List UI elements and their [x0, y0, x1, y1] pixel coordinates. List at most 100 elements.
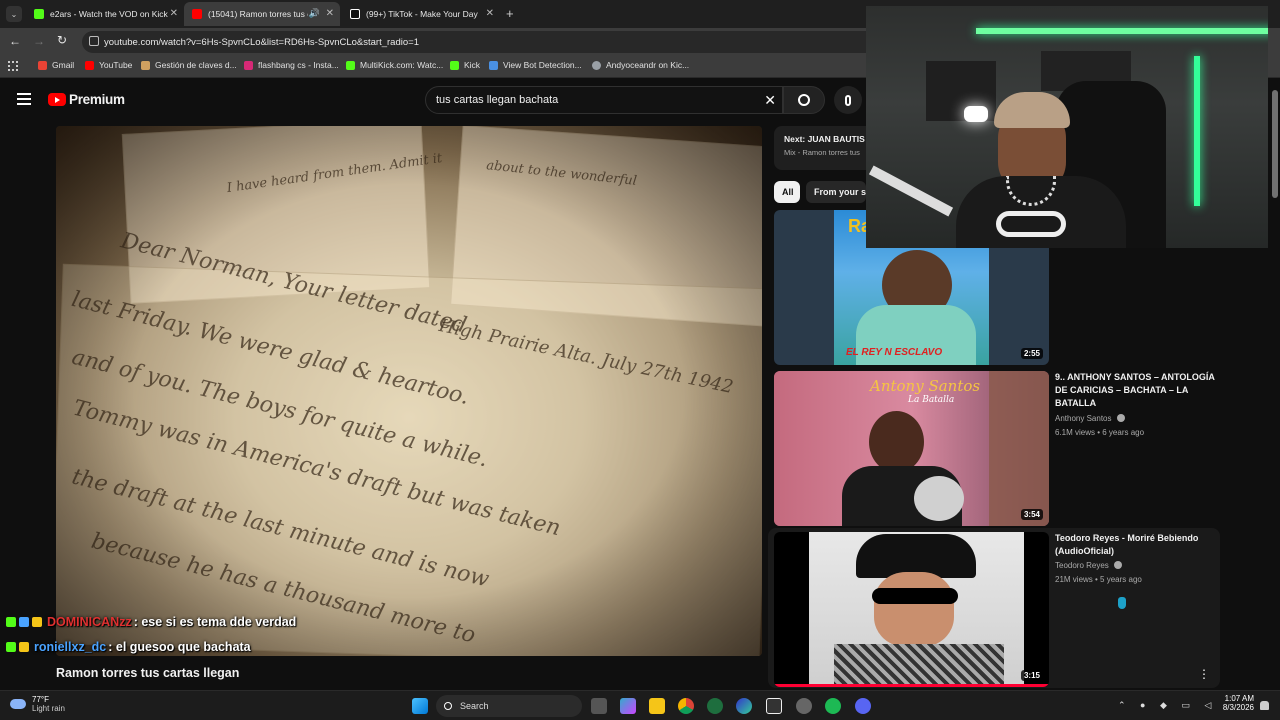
album-name-text: La Batalla: [908, 395, 955, 405]
face-shape: [874, 572, 954, 647]
forward-arrow-icon[interactable]: →: [33, 34, 45, 48]
bookmark-instagram[interactable]: flashbang cs - Insta...: [244, 60, 339, 70]
bookmark-youtube[interactable]: YouTube: [85, 60, 132, 70]
video-title[interactable]: Teodoro Reyes - Moriré Bebiendo (AudioOf…: [1055, 532, 1225, 558]
copilot-icon[interactable]: [620, 698, 636, 714]
microphone-icon: [845, 94, 851, 106]
notification-bell-icon[interactable]: [1260, 701, 1269, 710]
chip-all[interactable]: All: [774, 181, 800, 203]
spotify-icon[interactable]: [825, 698, 841, 714]
album-artist-text: Antony Santos: [870, 377, 981, 395]
ring-light: [964, 106, 988, 122]
verified-badge-icon: [19, 617, 29, 627]
youtube-icon: [85, 60, 94, 70]
bookmark-gmail[interactable]: Gmail: [38, 60, 74, 70]
search-button[interactable]: [783, 86, 825, 114]
site-info-icon[interactable]: [89, 36, 99, 46]
jacket-shape: [834, 644, 1004, 687]
gmail-icon: [38, 60, 47, 70]
channel-name[interactable]: Teodoro Reyes: [1055, 561, 1123, 570]
bookmark-multikick[interactable]: MultiKick.com: Watc...: [346, 60, 443, 70]
search-input[interactable]: tus cartas llegan bachata ✕: [425, 86, 783, 114]
tab-tiktok[interactable]: (99+) TikTok - Make Your Day ✕: [342, 2, 500, 26]
close-icon[interactable]: ✕: [326, 8, 334, 19]
chat-text: : el guesoo que bachata: [108, 640, 251, 654]
speaker-icon[interactable]: 🔊: [309, 8, 320, 19]
crown-badge-icon: [19, 642, 29, 652]
back-arrow-icon[interactable]: ←: [9, 34, 21, 48]
bookmark-kick[interactable]: Kick: [450, 60, 480, 70]
clear-search-icon[interactable]: ✕: [764, 92, 776, 109]
multikick-icon: [346, 60, 355, 70]
tab-kick[interactable]: e2ars - Watch the VOD on Kick ✕: [26, 2, 184, 26]
ceiling-light: [976, 28, 1268, 34]
video-stats: 21M views • 5 years ago: [1055, 575, 1142, 584]
windows-taskbar: 77°F Light rain Search ⌃ ● ◆ ▭ ◁ 1:07 AM…: [0, 690, 1280, 720]
instagram-icon: [244, 60, 253, 70]
chat-message: roniellxz_dc : el guesoo que bachata: [6, 640, 251, 654]
clock[interactable]: 1:07 AM 8/3/2026: [1218, 694, 1254, 712]
channel-name[interactable]: Anthony Santos: [1055, 414, 1125, 423]
chrome-icon[interactable]: [678, 698, 694, 714]
video-title[interactable]: 9.. ANTHONY SANTOS – ANTOLOGÍA DE CARICI…: [1055, 371, 1225, 410]
reload-icon[interactable]: ↻: [57, 33, 67, 47]
watch-progress-bar: [774, 684, 1049, 687]
search-icon: [798, 94, 810, 106]
video-duration: 2:55: [1020, 348, 1043, 359]
side-portrait: [989, 371, 1049, 526]
edge-icon[interactable]: [736, 698, 752, 714]
apps-grid-icon[interactable]: [8, 61, 18, 71]
bot-detection-icon: [489, 60, 498, 70]
taskbar-search[interactable]: Search: [436, 695, 582, 717]
video-title: Ramon torres tus cartas llegan: [56, 666, 240, 680]
headphones: [996, 211, 1066, 237]
close-icon[interactable]: ✕: [170, 8, 178, 19]
chat-message: DOMINICANzz : ese si es tema dde verdad: [6, 615, 296, 629]
wall-light: [1194, 56, 1200, 206]
verified-icon: [1116, 414, 1125, 422]
weather-widget[interactable]: 77°F Light rain: [10, 695, 65, 713]
singer-figure: [869, 411, 924, 473]
chip-from-your-search[interactable]: From your se: [806, 181, 866, 203]
app-icon[interactable]: [766, 698, 782, 714]
bookmark-view-bot[interactable]: View Bot Detection...: [489, 60, 582, 70]
video-duration: 3:15: [1020, 670, 1043, 681]
bookmark-password-manager[interactable]: Gestión de claves d...: [141, 60, 237, 70]
video-player[interactable]: Dear Norman, Your letter dated last Frid…: [56, 126, 762, 656]
close-icon[interactable]: ✕: [486, 8, 494, 19]
new-tab-button[interactable]: +: [506, 6, 514, 21]
verified-icon: [1114, 561, 1123, 569]
chat-username[interactable]: DOMINICANzz: [47, 615, 132, 629]
kick-icon: [34, 9, 44, 19]
kick-icon: [450, 60, 459, 70]
tab-youtube[interactable]: (15041) Ramon torres tus ca 🔊 ✕: [184, 2, 340, 26]
tab-list-icon[interactable]: ⌄: [6, 6, 22, 22]
address-bar[interactable]: youtube.com/watch?v=6Hs-SpvnCLo&list=RD6…: [82, 31, 882, 53]
more-options-icon[interactable]: ⋮: [1198, 667, 1210, 681]
system-tray-icons[interactable]: ⌃ ● ◆ ▭ ◁: [1118, 700, 1217, 711]
kick-badge-icon: [6, 617, 16, 627]
voice-search-button[interactable]: [834, 86, 862, 114]
hamburger-menu-icon[interactable]: [17, 93, 31, 105]
desk-mic-arm: [868, 165, 954, 217]
discord-icon[interactable]: [855, 698, 871, 714]
file-explorer-icon[interactable]: [649, 698, 665, 714]
bookmark-andyoceandr[interactable]: Andyoceandr on Kic...: [592, 60, 689, 70]
app-icon[interactable]: [707, 698, 723, 714]
windows-start-icon[interactable]: [412, 698, 428, 714]
profile-icon: [592, 60, 601, 70]
search-icon: [444, 702, 452, 710]
page-scrollbar[interactable]: [1272, 90, 1278, 198]
sunglasses-shape: [872, 588, 958, 604]
kick-badge-icon: [6, 642, 16, 652]
task-view-icon[interactable]: [591, 698, 607, 714]
video-thumbnail[interactable]: Antony Santos La Batalla 3:54: [774, 371, 1049, 526]
video-stats: 6.1M views • 6 years ago: [1055, 428, 1145, 437]
streamer-webcam: [866, 6, 1268, 248]
settings-icon[interactable]: [796, 698, 812, 714]
crown-badge-icon: [32, 617, 42, 627]
mouse-cursor-icon: [1118, 597, 1126, 609]
chat-username[interactable]: roniellxz_dc: [34, 640, 106, 654]
youtube-logo[interactable]: Premium: [48, 92, 125, 107]
video-thumbnail[interactable]: 3:15: [774, 532, 1049, 687]
